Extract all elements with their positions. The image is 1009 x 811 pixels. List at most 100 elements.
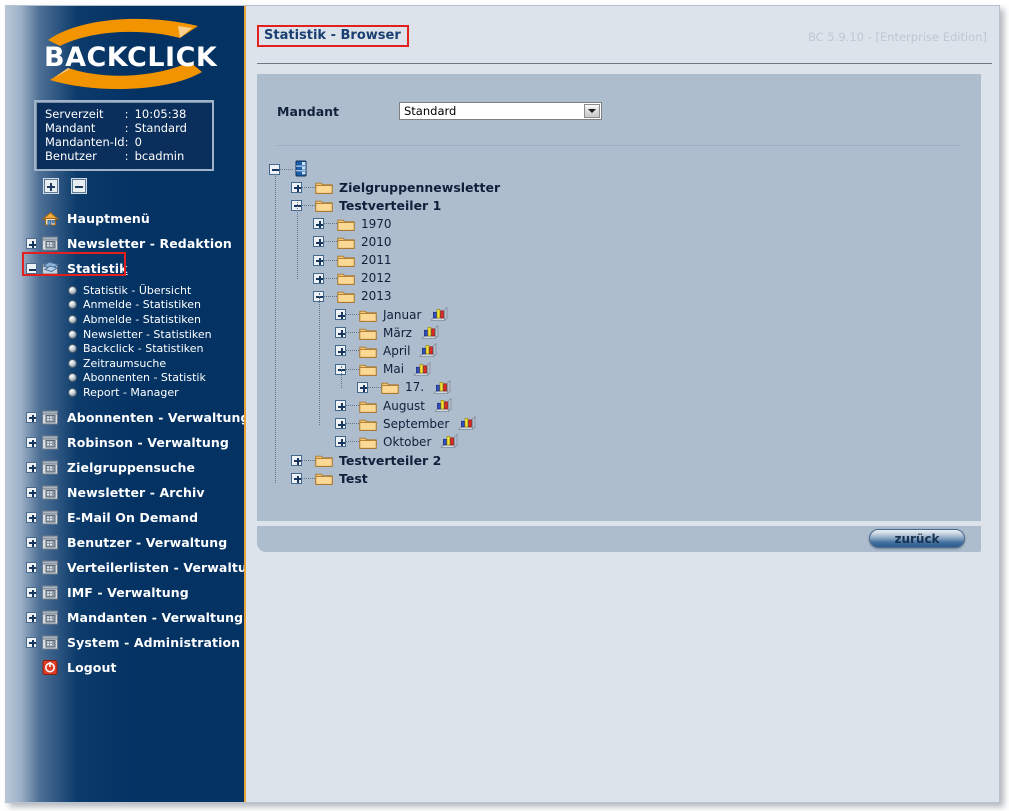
folder-window-icon	[42, 485, 58, 500]
tree-connector	[346, 405, 359, 407]
expand-plus-icon[interactable]	[26, 461, 37, 473]
tree-node[interactable]: Mai	[269, 360, 981, 378]
folder-icon	[315, 474, 333, 486]
back-button[interactable]: zurück	[869, 529, 965, 548]
submenu-item-newsletter-statistiken[interactable]: Newsletter - Statistiken	[6, 327, 244, 342]
expand-plus-icon[interactable]	[335, 400, 346, 412]
bar-chart-icon[interactable]	[419, 342, 438, 359]
submenu-item-label: Report - Manager	[83, 385, 179, 399]
bar-chart-icon[interactable]	[434, 397, 452, 414]
expand-plus-icon[interactable]	[291, 454, 302, 466]
sidebar-item-e-mail-on-demand[interactable]: E-Mail On Demand	[6, 505, 244, 530]
submenu-item-zeitraumsuche[interactable]: Zeitraumsuche	[6, 356, 244, 371]
tree-node[interactable]: Januar	[269, 306, 981, 324]
sidebar-item-abonnenten-verwaltung[interactable]: Abonnenten - Verwaltung	[6, 405, 244, 430]
submenu-item-abmelde-statistiken[interactable]: Abmelde - Statistiken	[6, 312, 244, 327]
expand-plus-icon[interactable]	[357, 381, 368, 393]
submenu-item-report-manager[interactable]: Report - Manager	[6, 385, 244, 400]
tree-node[interactable]: 2010	[269, 233, 981, 251]
submenu-item-anmelde-statistiken[interactable]: Anmelde - Statistiken	[6, 298, 244, 313]
sidebar-item-benutzer-verwaltung[interactable]: Benutzer - Verwaltung	[6, 530, 244, 555]
bar-chart-icon[interactable]	[421, 324, 439, 341]
statistik-icon	[42, 261, 60, 275]
folder-window-icon	[42, 236, 58, 251]
expand-plus-icon[interactable]	[26, 586, 37, 598]
folder-window-icon	[42, 560, 58, 575]
sidebar-item-logout[interactable]: Logout	[6, 655, 244, 680]
submenu-item-statistik-bersicht[interactable]: Statistik - Übersicht	[6, 283, 244, 298]
bar-chart-icon[interactable]	[458, 415, 477, 432]
folder-window-icon	[42, 535, 58, 550]
tree-node[interactable]: Oktober	[269, 433, 981, 451]
mandant-select[interactable]: Standard	[399, 102, 602, 120]
tree-node[interactable]: August	[269, 396, 981, 414]
expand-plus-icon[interactable]	[335, 436, 346, 448]
bar-chart-icon[interactable]	[413, 361, 431, 378]
sidebar-item-label: Zielgruppensuche	[67, 459, 196, 475]
expand-plus-icon[interactable]	[291, 472, 302, 484]
expand-plus-icon[interactable]	[26, 411, 37, 423]
expand-plus-icon[interactable]	[335, 345, 346, 357]
tree-connector	[346, 368, 359, 370]
expand-plus-icon[interactable]	[313, 218, 324, 230]
sidebar-item-statistik[interactable]: Statistik	[6, 256, 244, 281]
sidebar-item-mandanten-verwaltung[interactable]: Mandanten - Verwaltung	[6, 605, 244, 630]
tree-node[interactable]: 17.	[269, 378, 981, 396]
tree-node[interactable]: April	[269, 342, 981, 360]
page-title: Statistik - Browser	[257, 25, 409, 47]
tree-node[interactable]: 1970	[269, 215, 981, 233]
expand-plus-icon[interactable]	[313, 254, 324, 266]
sidebar-item-system-administration[interactable]: System - Administration	[6, 630, 244, 655]
expand-plus-icon[interactable]	[335, 309, 346, 321]
expand-plus-icon[interactable]	[26, 611, 37, 623]
sidebar-item-newsletter-archiv[interactable]: Newsletter - Archiv	[6, 480, 244, 505]
tree-root-node[interactable]	[269, 160, 981, 178]
tree-guide-l3	[340, 366, 342, 389]
expand-plus-icon[interactable]	[26, 511, 37, 523]
expand-plus-icon[interactable]	[26, 561, 37, 573]
sidebar-item-zielgruppensuche[interactable]: Zielgruppensuche	[6, 455, 244, 480]
expand-plus-icon[interactable]	[335, 418, 346, 430]
tree-node[interactable]: Test	[269, 469, 981, 487]
tree-node[interactable]: 2012	[269, 269, 981, 287]
tree-connector	[324, 295, 337, 297]
sidebar-item-newsletter-redaktion[interactable]: Newsletter - Redaktion	[6, 231, 244, 256]
sidebar-item-verteilerlisten-verwaltung[interactable]: Verteilerlisten - Verwaltung	[6, 555, 244, 580]
submenu-item-abonnenten-statistik[interactable]: Abonnenten - Statistik	[6, 371, 244, 386]
tree-connector	[324, 241, 337, 243]
tree-node[interactable]: Testverteiler 2	[269, 451, 981, 469]
bar-chart-icon[interactable]	[430, 306, 449, 323]
minus-square-icon[interactable]	[72, 179, 86, 193]
expand-plus-icon[interactable]	[313, 236, 324, 248]
sidebar-item-hauptmen[interactable]: Hauptmenü	[6, 206, 244, 231]
expand-plus-icon[interactable]	[26, 486, 37, 498]
expand-plus-icon[interactable]	[26, 636, 37, 648]
plus-square-icon[interactable]	[44, 179, 58, 193]
sidebar-item-robinson-verwaltung[interactable]: Robinson - Verwaltung	[6, 430, 244, 455]
tree-node[interactable]: März	[269, 324, 981, 342]
tree-node[interactable]: Zielgruppennewsletter	[269, 178, 981, 196]
tree-node[interactable]: 2013	[269, 287, 981, 305]
folder-icon	[359, 419, 377, 431]
expand-plus-icon[interactable]	[26, 238, 37, 249]
sidebar-item-label: System - Administration	[67, 634, 241, 650]
bar-chart-icon[interactable]	[440, 433, 459, 450]
collapse-minus-icon[interactable]	[26, 263, 37, 274]
expand-plus-icon[interactable]	[26, 536, 37, 548]
sidebar-item-imf-verwaltung[interactable]: IMF - Verwaltung	[6, 580, 244, 605]
brand-logo[interactable]: BACKCLICK	[30, 14, 244, 96]
folder-icon	[337, 292, 355, 304]
expand-plus-icon[interactable]	[335, 327, 346, 339]
sidebar-item-label: Verteilerlisten - Verwaltung	[67, 559, 246, 575]
submenu-item-backclick-statistiken[interactable]: Backclick - Statistiken	[6, 341, 244, 356]
expand-plus-icon[interactable]	[313, 272, 324, 284]
bullet-sphere-icon	[68, 387, 77, 397]
bar-chart-icon[interactable]	[433, 379, 451, 396]
chevron-down-icon[interactable]	[584, 104, 600, 118]
expand-plus-icon[interactable]	[291, 181, 302, 193]
tree-node[interactable]: 2011	[269, 251, 981, 269]
tree-root-expander-minus-icon[interactable]	[269, 163, 280, 175]
expand-plus-icon[interactable]	[26, 436, 37, 448]
tree-node[interactable]: Testverteiler 1	[269, 196, 981, 214]
tree-node[interactable]: September	[269, 415, 981, 433]
